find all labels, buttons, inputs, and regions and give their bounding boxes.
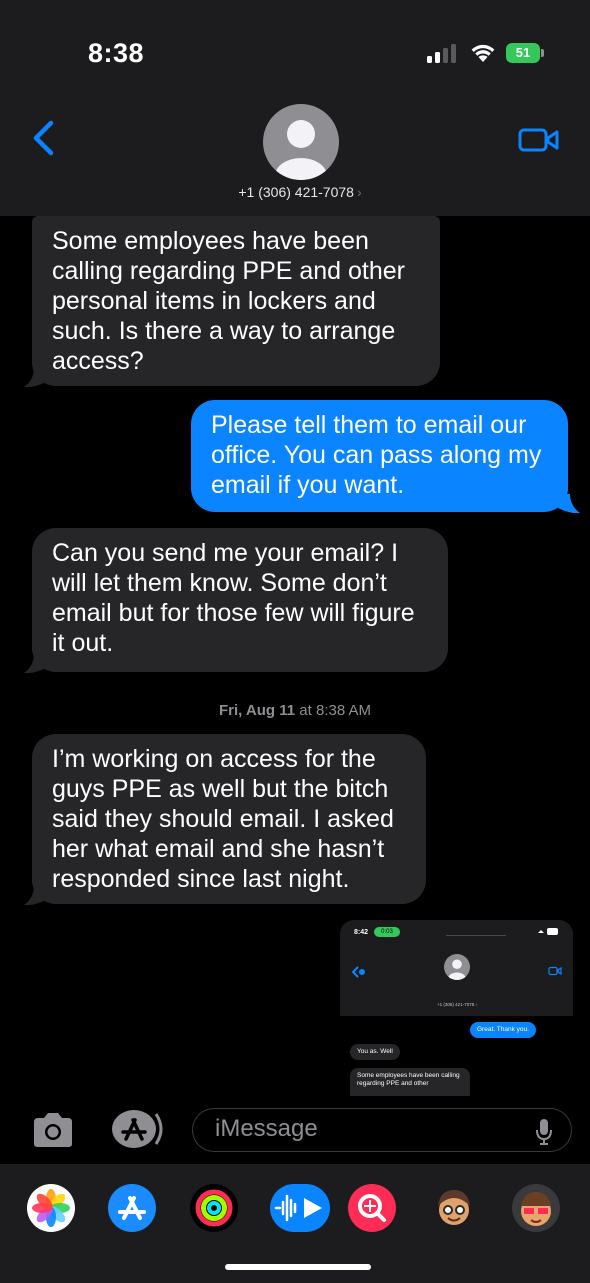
back-button[interactable] — [30, 120, 58, 156]
screenshot-contact: +1 (306) 421-7078 › — [437, 1002, 477, 1007]
screenshot-avatar — [444, 954, 470, 980]
screenshot-call-time: 0:03 — [381, 929, 393, 935]
memoji-app-icon[interactable] — [430, 1184, 478, 1232]
wifi-icon — [471, 44, 495, 62]
screenshot-video-icon — [548, 966, 562, 976]
bubble-tail — [24, 886, 46, 906]
contact-chevron: › — [356, 184, 362, 200]
camera-button[interactable] — [30, 1110, 76, 1150]
contact-name[interactable]: +1 (306) 421-7078 › — [180, 184, 420, 200]
audio-message-app-icon[interactable] — [270, 1184, 330, 1232]
screenshot-status-icons — [538, 928, 558, 935]
photos-app-icon[interactable] — [27, 1184, 75, 1232]
bubble-tail — [24, 654, 46, 674]
screenshot-outgoing-message: Great. Thank you. — [470, 1022, 536, 1038]
battery-level: 51 — [506, 43, 540, 63]
status-bar: 8:38 51 — [0, 0, 590, 110]
imessage-app-drawer — [0, 1164, 590, 1283]
conversation-header: 8:38 51 +1 (306) 421-7078 › — [0, 0, 590, 216]
message-timestamp: Fri, Aug 11 at 8:38 AM — [0, 702, 590, 719]
message-input[interactable]: iMessage — [192, 1108, 572, 1152]
app-store-button[interactable] — [108, 1108, 168, 1150]
screenshot-header: 8:42 0:03 +1 (306) 421-7078 › — [340, 920, 573, 1016]
compose-bar: iMessage — [0, 1096, 590, 1162]
timestamp-day: Fri, Aug 11 — [218, 702, 296, 719]
contact-avatar[interactable] — [263, 104, 339, 180]
memoji-stickers-app-icon[interactable] — [512, 1184, 560, 1232]
home-indicator[interactable] — [225, 1264, 371, 1270]
incoming-message[interactable]: Can you send me your email? I will let t… — [32, 528, 448, 672]
bubble-tail — [558, 494, 580, 514]
screenshot-incoming-message: Some employees have been calling regardi… — [350, 1068, 470, 1096]
cellular-signal-icon — [427, 44, 456, 63]
battery-icon: 51 — [506, 43, 546, 63]
microphone-button[interactable] — [535, 1118, 553, 1146]
message-thread[interactable]: Some employees have been calling regardi… — [0, 216, 590, 1096]
screenshot-back-icon — [352, 966, 365, 978]
video-camera-button[interactable] — [518, 126, 560, 154]
screenshot-attachment[interactable]: 8:42 0:03 +1 (306) 421-7078 › Great. Tha… — [340, 920, 573, 1096]
screenshot-incoming-message: You as. Well — [350, 1044, 400, 1060]
screenshot-dynamic-island — [446, 928, 506, 936]
person-placeholder-icon — [275, 120, 327, 180]
incoming-message[interactable]: Some employees have been calling regardi… — [32, 216, 440, 386]
bubble-tail — [24, 368, 46, 388]
outgoing-message[interactable]: Please tell them to email our office. Yo… — [191, 400, 568, 512]
app-store-app-icon[interactable] — [108, 1184, 156, 1232]
search-images-app-icon[interactable] — [348, 1184, 396, 1232]
status-time: 8:38 — [88, 38, 145, 68]
activity-app-icon[interactable] — [190, 1184, 238, 1232]
timestamp-time: at 8:38 AM — [299, 702, 372, 719]
message-placeholder: iMessage — [215, 1115, 318, 1142]
incoming-message[interactable]: I’m working on access for the guys PPE a… — [32, 734, 426, 904]
screenshot-call-indicator: 0:03 — [374, 927, 400, 937]
screenshot-time: 8:42 — [354, 929, 369, 936]
contact-number: +1 (306) 421-7078 — [238, 184, 354, 200]
